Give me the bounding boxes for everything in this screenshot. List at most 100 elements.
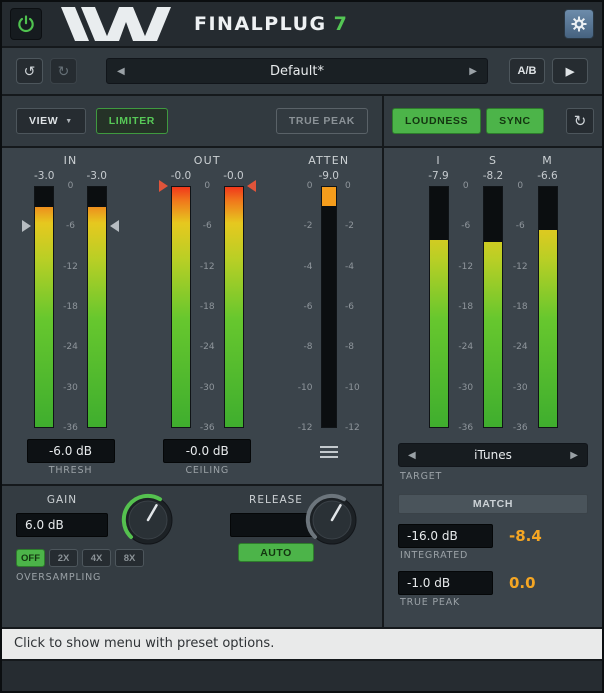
true-peak-toggle[interactable]: TRUE PEAK [276,108,368,134]
auto-release-button[interactable]: AUTO [238,543,314,562]
ceiling-handle-left[interactable] [159,180,168,192]
integrated-meter-value: -7.9 [428,170,449,186]
meter-scale: 0-6-12-18-24-30-36 [507,181,533,433]
hamburger-icon [320,446,338,448]
app-title: FINALPLUG 7 [194,13,348,35]
input-meter-group: IN -3.0 0-6-12-18-24-30-36 -3.0 -6.0 [22,154,119,484]
atten-title: ATTEN [296,154,363,170]
limiter-tab[interactable]: LIMITER [96,108,168,134]
target-selector[interactable]: ◀ iTunes ▶ [398,443,588,467]
next-target-icon[interactable]: ▶ [570,450,578,461]
momentary-meter-value: -6.6 [537,170,558,186]
true-peak-readout: -1.0 dB 0.0 TRUE PEAK [398,571,588,608]
threshold-label: THRESH [27,465,115,476]
gain-label: GAIN [16,494,108,509]
release-block: RELEASE AUTO [230,494,368,627]
preset-selector[interactable]: ◀ Default* ▶ [106,58,488,84]
ceiling-value-box[interactable]: -0.0 dB [163,439,251,463]
meter-scale: 0-2-4-6-8-10-12 [296,181,316,433]
power-icon [16,14,36,34]
view-menu-button[interactable]: VIEW ▼ [16,108,86,134]
integrated-readout: -16.0 dB -8.4 INTEGRATED [398,524,588,561]
integrated-live-value: -8.4 [509,527,542,545]
target-name: iTunes [416,448,571,462]
atten-menu-button[interactable] [312,441,346,463]
prev-target-icon[interactable]: ◀ [408,450,416,461]
redo-button[interactable]: ↻ [50,58,77,84]
oversampling-2x-button[interactable]: 2X [49,549,78,567]
true-peak-target-box[interactable]: -1.0 dB [398,571,493,595]
in-title: IN [22,154,119,170]
loudness-toggle[interactable]: LOUDNESS [392,108,481,134]
meter-scale: 0-6-12-18-24-30-36 [453,181,479,433]
output-meter-group: OUT -0.0 0-6-12-18-24-30-36 -0.0 -0.0 [159,154,256,484]
oversampling-8x-button[interactable]: 8X [115,549,144,567]
attenuation-meter-group: ATTEN 0-2-4-6-8-10-12 -9.0 0-2-4-6-8-10-… [296,154,363,484]
advance-preset-button[interactable]: ▶ [552,58,588,84]
shortterm-meter-value: -8.2 [483,170,504,186]
out-title: OUT [159,154,256,170]
chevron-down-icon: ▼ [65,118,73,125]
power-button[interactable] [10,8,42,40]
brand-logo [56,7,182,41]
out-meter-bar-right [224,186,244,428]
target-label: TARGET [400,471,588,482]
settings-button[interactable] [564,9,594,39]
oversampling-off-button[interactable]: OFF [16,549,45,567]
right-toolbar: LOUDNESS SYNC ↻ [384,96,602,146]
atten-value: -9.0 [319,170,340,186]
in-meter-bar-left [34,186,54,428]
gain-block: GAIN 6.0 dB [16,494,184,537]
in-meter-bar-right [87,186,107,428]
left-toolbar: VIEW ▼ LIMITER TRUE PEAK [2,96,382,146]
oversampling-4x-button[interactable]: 4X [82,549,111,567]
gain-value-box[interactable]: 6.0 dB [16,513,108,537]
meter-scale: 0-6-12-18-24-30-36 [194,181,220,433]
integrated-target-box[interactable]: -16.0 dB [398,524,493,548]
momentary-meter-bar [538,186,558,428]
app-version: 7 [334,13,349,35]
undo-button[interactable]: ↺ [16,58,43,84]
preset-name: Default* [125,64,470,79]
view-label: VIEW [29,115,58,127]
true-peak-live-value: 0.0 [509,574,536,592]
threshold-value-box[interactable]: -6.0 dB [27,439,115,463]
meter-scale: 0-6-12-18-24-30-36 [58,181,84,433]
gear-icon [570,15,588,33]
meters-panel: IN -3.0 0-6-12-18-24-30-36 -3.0 -6.0 [2,148,382,484]
match-button[interactable]: MATCH [398,494,588,514]
ceiling-label: CEILING [163,465,251,476]
next-preset-icon[interactable]: ▶ [469,66,477,77]
threshold-handle-left[interactable] [22,220,31,232]
integrated-label: INTEGRATED [400,550,588,561]
out-meter-value: -0.0 [223,170,244,186]
oversampling-switch: OFF 2X 4X 8X [16,549,184,567]
controls-panel: GAIN 6.0 dB OFF 2X 4X 8X OVERSAMPLING [2,486,382,627]
title-bar: FINALPLUG 7 [2,2,602,46]
release-knob[interactable] [304,492,360,548]
app-title-text: FINALPLUG [194,13,327,35]
true-peak-label: TRUE PEAK [400,597,588,608]
ab-compare-button[interactable]: A/B [509,58,545,84]
main-area: VIEW ▼ LIMITER TRUE PEAK LOUDNESS SYNC ↻… [2,94,602,627]
status-bar[interactable]: Click to show menu with preset options. [2,627,602,659]
atten-meter-bar [321,186,337,428]
ceiling-handle-right[interactable] [247,180,256,192]
meter-scale: 0-2-4-6-8-10-12 [342,181,362,433]
out-meter-value: -0.0 [171,170,192,186]
integrated-meter-bar [429,186,449,428]
out-meter-bar-left [171,186,191,428]
in-meter-value: -3.0 [34,170,55,186]
prev-preset-icon[interactable]: ◀ [117,66,125,77]
gain-knob[interactable] [120,492,176,548]
shortterm-meter-bar [483,186,503,428]
preset-bar: ↺ ↻ ◀ Default* ▶ A/B ▶ [2,46,602,94]
shortterm-meter-title: S [489,154,497,170]
plugin-window: FINALPLUG 7 ↺ ↻ ◀ Default* ▶ A/B ▶ [0,0,604,693]
reset-loudness-button[interactable]: ↻ [566,108,594,134]
threshold-handle-right[interactable] [110,220,119,232]
sync-toggle[interactable]: SYNC [486,108,544,134]
bottom-bar [2,659,602,691]
integrated-meter-title: I [436,154,440,170]
oversampling-label: OVERSAMPLING [16,572,184,583]
